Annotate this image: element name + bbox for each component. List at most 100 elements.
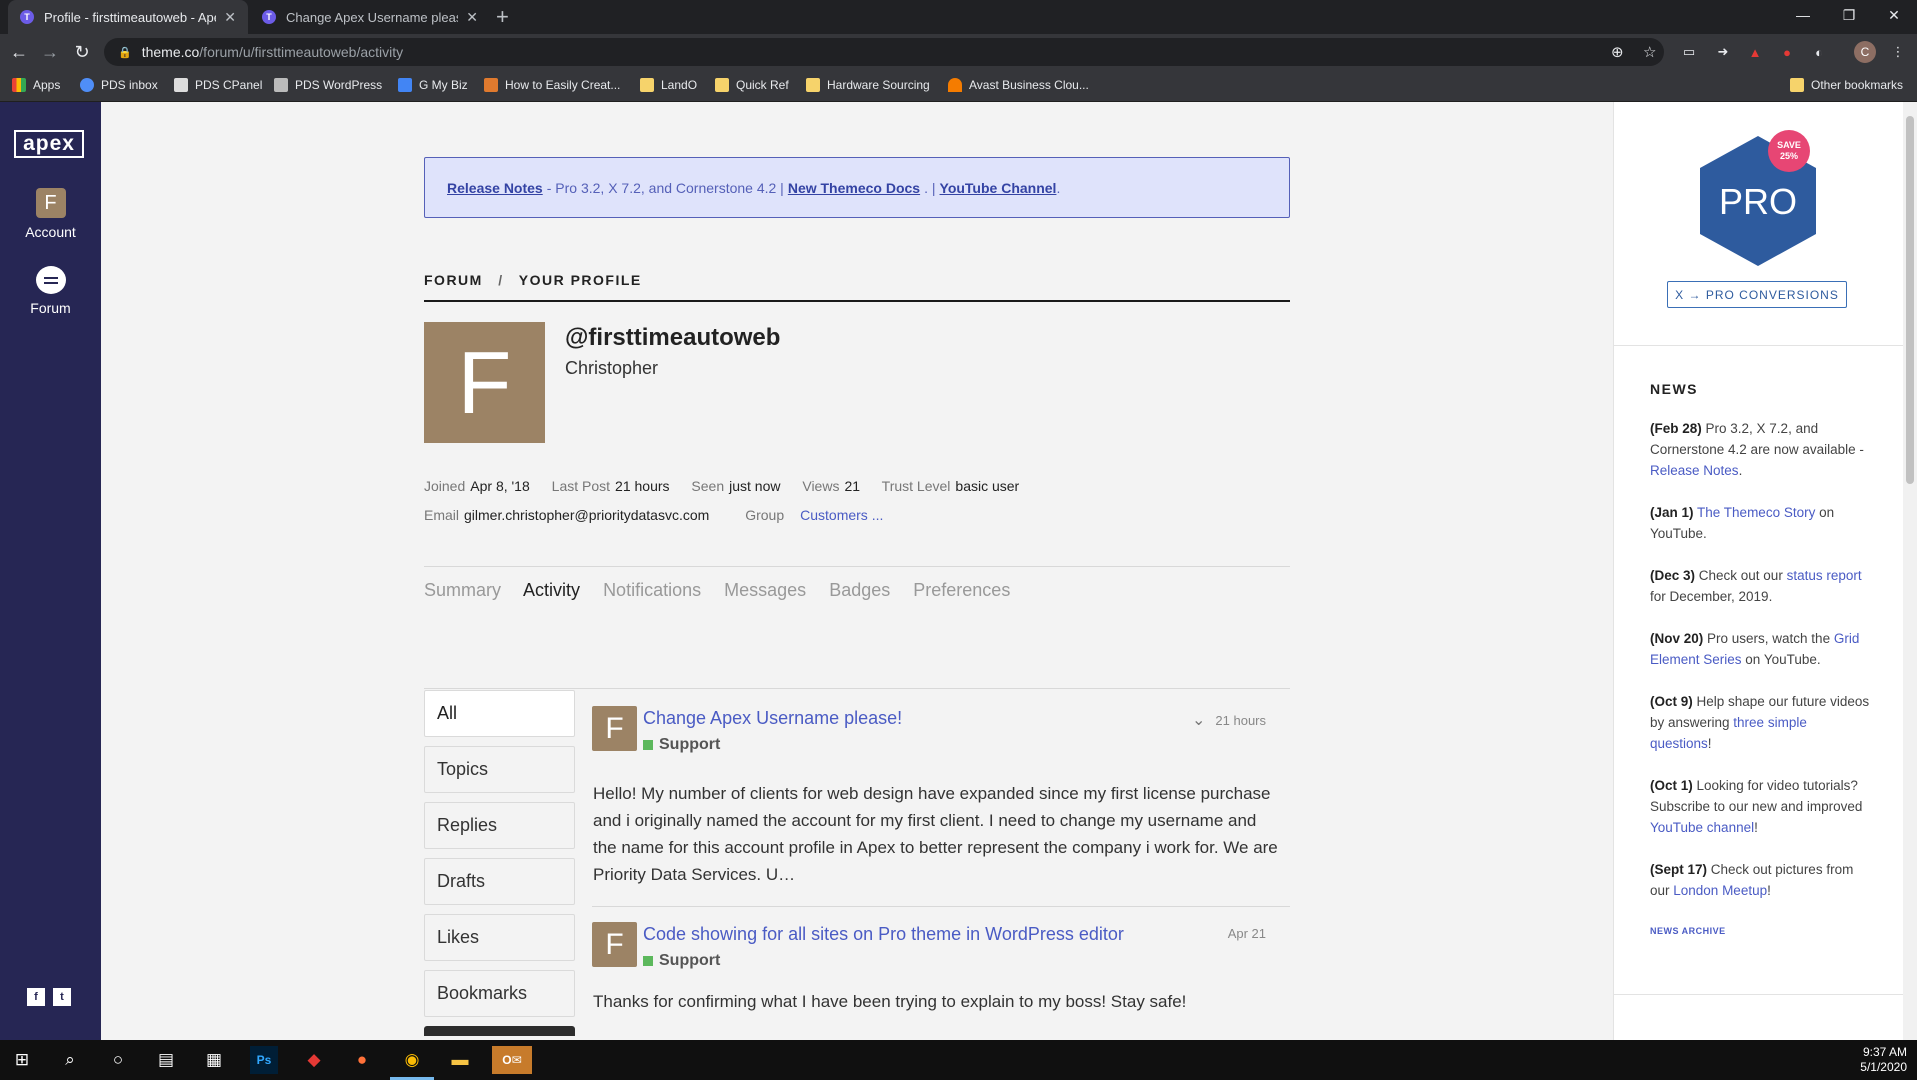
new-tab-icon[interactable]: + — [496, 4, 509, 30]
bookmark-apps[interactable]: Apps — [12, 78, 60, 92]
menu-dots-icon[interactable]: ⋮ — [1889, 43, 1907, 61]
audio-extension-icon[interactable]: ◐ — [1810, 43, 1828, 61]
filter-bookmarks[interactable]: Bookmarks — [424, 970, 575, 1017]
bookmark-pds-inbox[interactable]: PDS inbox — [80, 78, 158, 92]
post-title-link[interactable]: Change Apex Username please! — [643, 708, 902, 729]
bookmark-quick-ref[interactable]: Quick Ref — [715, 78, 789, 92]
news-archive-link[interactable]: NEWS ARCHIVE — [1650, 926, 1726, 936]
post-category[interactable]: Support — [643, 736, 720, 754]
bookmark-avast[interactable]: Avast Business Clou... — [948, 78, 1089, 92]
post-category[interactable]: Support — [643, 952, 720, 970]
chrome-icon[interactable]: ◉ — [398, 1046, 426, 1074]
news-link[interactable]: London Meetup — [1673, 883, 1767, 898]
post-title-link[interactable]: Code showing for all sites on Pro theme … — [643, 924, 1124, 945]
filter-replies[interactable]: Replies — [424, 802, 575, 849]
cortana-icon[interactable]: ○ — [104, 1046, 132, 1074]
cast-icon[interactable]: ▭ — [1680, 43, 1698, 61]
release-notes-link[interactable]: Release Notes — [447, 180, 543, 196]
twitter-icon[interactable]: t — [53, 988, 71, 1006]
photoshop-icon[interactable]: Ps — [250, 1046, 278, 1074]
profile-contact: Email gilmer.christopher@prioritydatasvc.… — [424, 507, 884, 523]
ublock-extension-icon[interactable]: ● — [1778, 43, 1796, 61]
reload-icon[interactable]: ↻ — [70, 40, 94, 64]
post-avatar[interactable]: F — [592, 922, 637, 967]
news-link[interactable]: The Themeco Story — [1697, 505, 1815, 520]
bookmark-g-my-biz[interactable]: G My Biz — [398, 78, 468, 92]
tab-messages[interactable]: Messages — [724, 580, 806, 600]
tab-title: Change Apex Username please! — [286, 9, 459, 25]
back-icon[interactable]: ← — [7, 40, 31, 64]
pdf-extension-icon[interactable]: ▲ — [1746, 43, 1764, 61]
news-link[interactable]: status report — [1787, 568, 1862, 583]
page-scrollbar[interactable] — [1903, 102, 1917, 1040]
profile-username: @firsttimeautoweb — [565, 324, 781, 351]
bookmark-how-to[interactable]: How to Easily Creat... — [484, 78, 620, 92]
scrollbar-thumb[interactable] — [1906, 116, 1914, 484]
facebook-icon[interactable]: f — [27, 988, 45, 1006]
google-business-icon — [398, 78, 412, 92]
browser-profile-avatar[interactable]: C — [1854, 41, 1876, 63]
activity-post: F Code showing for all sites on Pro them… — [592, 922, 1290, 1022]
minimize-icon[interactable]: — — [1780, 0, 1826, 30]
profile-tabs: Summary Activity Notifications Messages … — [424, 580, 1028, 601]
tab-profile[interactable]: T Profile - firsttimeautoweb - Apex ✕ — [8, 0, 248, 34]
themeco-favicon-icon: T — [20, 10, 34, 24]
task-view-icon[interactable]: ▤ — [152, 1046, 180, 1074]
tab-notifications[interactable]: Notifications — [603, 580, 701, 600]
bookmark-pds-wordpress[interactable]: PDS WordPress — [274, 78, 382, 92]
search-icon[interactable]: ⌕ — [56, 1046, 84, 1074]
app-sidebar: apex F Account Forum f t — [0, 102, 101, 1040]
pro-text: PRO — [1719, 181, 1797, 222]
bookmark-other[interactable]: Other bookmarks — [1790, 78, 1903, 92]
add-icon[interactable]: ⊕ — [1611, 43, 1624, 61]
sidebar-item-account[interactable]: F Account — [0, 188, 101, 240]
close-icon[interactable]: ✕ — [224, 9, 236, 26]
outlook-icon[interactable]: O✉ — [492, 1046, 532, 1074]
tab-activity[interactable]: Activity — [523, 580, 580, 600]
tab-summary[interactable]: Summary — [424, 580, 501, 600]
last-post-value: 21 hours — [615, 478, 670, 494]
apex-logo[interactable]: apex — [14, 130, 84, 158]
filter-more[interactable] — [424, 1026, 575, 1036]
address-bar[interactable]: 🔒 theme.co/forum/u/firsttimeautoweb/acti… — [104, 38, 1664, 66]
bookmark-hardware-sourcing[interactable]: Hardware Sourcing — [806, 78, 930, 92]
sidebar-item-forum[interactable]: Forum — [0, 266, 101, 316]
window-close-icon[interactable]: ✕ — [1871, 0, 1917, 30]
calculator-icon[interactable]: ▦ — [200, 1046, 228, 1074]
breadcrumb-forum[interactable]: FORUM — [424, 272, 483, 288]
bookmark-pds-cpanel[interactable]: PDS CPanel — [174, 78, 262, 92]
youtube-channel-link[interactable]: YouTube Channel — [940, 180, 1057, 196]
bookmarks-bar: Apps PDS inbox PDS CPanel PDS WordPress … — [0, 70, 1917, 102]
filter-likes[interactable]: Likes — [424, 914, 575, 961]
news-link[interactable]: YouTube channel — [1650, 820, 1754, 835]
file-explorer-icon[interactable]: ▬ — [446, 1046, 474, 1074]
post-time: Apr 21 — [1227, 926, 1266, 941]
filter-all[interactable]: All — [424, 690, 575, 737]
themeco-docs-link[interactable]: New Themeco Docs — [788, 180, 920, 196]
os-taskbar: ⊞ ⌕ ○ ▤ ▦ Ps ◆ ● ◉ ▬ O✉ 9:37 AM 5/1/2020 — [0, 1040, 1917, 1080]
seen-value: just now — [729, 478, 781, 494]
post-avatar[interactable]: F — [592, 706, 637, 751]
forward-icon[interactable]: → — [38, 40, 62, 64]
group-link[interactable]: Customers ... — [800, 507, 883, 523]
pro-conversions-button[interactable]: X → PRO CONVERSIONS — [1667, 281, 1847, 308]
windows-start-icon[interactable]: ⊞ — [8, 1046, 36, 1074]
app-icon[interactable]: ◆ — [300, 1046, 328, 1074]
system-clock[interactable]: 9:37 AM 5/1/2020 — [1860, 1045, 1907, 1075]
news-link[interactable]: Release Notes — [1650, 463, 1739, 478]
restore-icon[interactable]: ❐ — [1826, 0, 1872, 30]
filter-drafts[interactable]: Drafts — [424, 858, 575, 905]
account-avatar: F — [35, 188, 66, 218]
arrow-extension-icon[interactable]: ➜ — [1714, 43, 1732, 61]
chevron-down-icon[interactable]: ⌄ — [1192, 710, 1205, 730]
tab-preferences[interactable]: Preferences — [913, 580, 1010, 600]
firefox-icon[interactable]: ● — [348, 1046, 376, 1074]
star-icon[interactable]: ☆ — [1643, 43, 1656, 61]
bookmark-lando[interactable]: LandO — [640, 78, 697, 92]
close-icon[interactable]: ✕ — [466, 9, 478, 26]
tab-change-username[interactable]: T Change Apex Username please! ✕ — [250, 0, 490, 34]
profile-avatar[interactable]: F — [424, 322, 545, 443]
filter-topics[interactable]: Topics — [424, 746, 575, 793]
tab-badges[interactable]: Badges — [829, 580, 890, 600]
chat-bubble-icon — [35, 266, 66, 294]
